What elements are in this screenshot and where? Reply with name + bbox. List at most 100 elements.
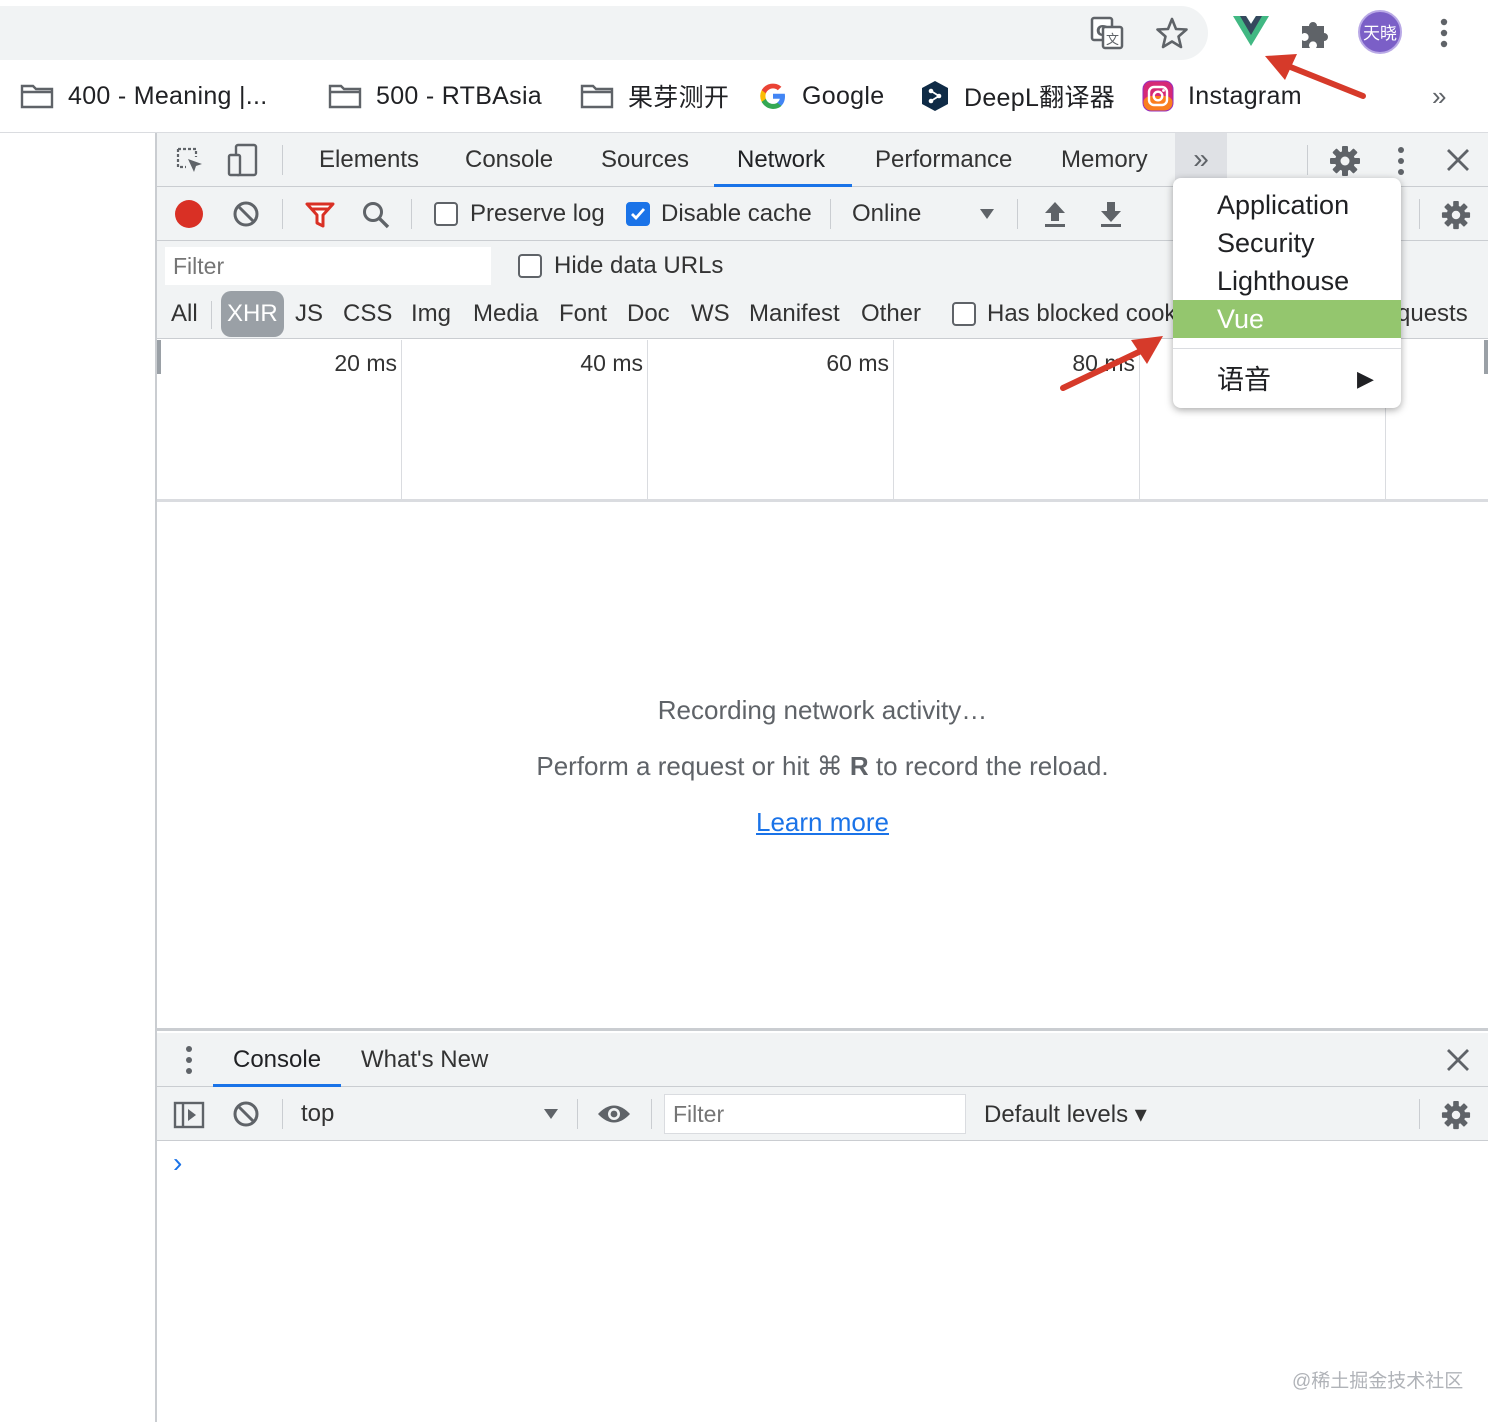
disable-cache-checkbox[interactable] [626, 202, 650, 226]
clear-icon[interactable] [232, 200, 260, 228]
devtools-menu-icon[interactable] [1391, 145, 1411, 177]
address-bar[interactable] [0, 6, 1208, 60]
hide-data-urls-label: Hide data URLs [554, 252, 724, 279]
check-icon [631, 208, 646, 221]
bookmark-label: DeepL翻译器 [964, 84, 1116, 112]
divider [1307, 145, 1308, 175]
recording-status-text: Recording network activity… [657, 695, 988, 725]
svg-text:文: 文 [1106, 33, 1119, 48]
drawer-tab-whats-new[interactable]: What's New [361, 1033, 488, 1087]
console-toolbar: top Default levels ▾ [157, 1087, 1488, 1141]
chevron-down-icon[interactable] [979, 208, 995, 220]
bookmark-deepl[interactable]: DeepL翻译器 [920, 78, 1115, 114]
close-icon[interactable] [1445, 147, 1471, 173]
bookmarks-overflow-button[interactable]: » [1432, 78, 1447, 114]
type-filter-doc[interactable]: Doc [627, 291, 670, 337]
eye-icon[interactable] [597, 1103, 631, 1125]
device-toolbar-icon[interactable] [227, 143, 259, 177]
folder-icon [20, 83, 54, 109]
import-har-icon[interactable] [1043, 200, 1067, 228]
type-filter-media[interactable]: Media [473, 291, 538, 337]
reload-hint-text: Perform a request or hit ⌘ R to record t… [157, 751, 1488, 782]
type-filter-manifest[interactable]: Manifest [749, 291, 840, 337]
inspect-element-icon[interactable] [175, 146, 205, 176]
console-output[interactable]: › [157, 1141, 1488, 1422]
tab-memory[interactable]: Memory [1061, 133, 1148, 187]
submenu-arrow-icon: ▶ [1357, 366, 1374, 391]
network-filter-input[interactable] [165, 247, 491, 285]
tab-elements[interactable]: Elements [319, 133, 419, 187]
bookmark-google[interactable]: Google [758, 78, 884, 114]
deepl-icon [920, 80, 950, 112]
bookmark-folder-guoya[interactable]: 果芽测开 [580, 78, 729, 114]
star-icon[interactable] [1155, 16, 1189, 50]
bookmark-label: 500 - RTBAsia [376, 81, 543, 110]
overview-left-handle[interactable] [157, 340, 161, 374]
type-filter-xhr[interactable]: XHR [221, 291, 284, 337]
bookmark-folder-400[interactable]: 400 - Meaning |... [20, 78, 268, 114]
menu-item-lighthouse[interactable]: Lighthouse [1173, 262, 1401, 300]
export-har-icon[interactable] [1099, 200, 1123, 228]
console-prompt[interactable]: › [173, 1147, 182, 1179]
drawer-tab-console[interactable]: Console [233, 1033, 321, 1087]
divider [830, 199, 831, 229]
drawer-tabbar: Console What's New [157, 1033, 1488, 1087]
menu-item-application[interactable]: Application [1173, 186, 1401, 224]
drawer-menu-icon[interactable] [181, 1045, 197, 1075]
divider [651, 1099, 652, 1129]
puzzle-icon[interactable] [1298, 16, 1332, 50]
overview-right-handle[interactable] [1484, 340, 1488, 374]
type-filter-all[interactable]: All [171, 291, 198, 337]
watermark: @稀土掘金技术社区 [1292, 1371, 1464, 1392]
throttling-select[interactable]: Online [852, 200, 921, 228]
tab-sources[interactable]: Sources [601, 133, 689, 187]
vue-devtools-icon[interactable] [1232, 14, 1270, 48]
divider [1419, 1099, 1420, 1129]
divider [282, 1099, 283, 1129]
clear-console-icon[interactable] [232, 1100, 260, 1128]
context-select[interactable]: top [301, 1100, 334, 1128]
learn-more-row: Learn more [157, 807, 1488, 838]
avatar[interactable]: 天晓 [1358, 10, 1402, 54]
type-filter-js[interactable]: JS [295, 291, 323, 337]
hint-text: to record the reload. [868, 751, 1109, 781]
settings-gear-icon[interactable] [1329, 145, 1361, 177]
divider [211, 301, 212, 329]
menu-divider [1173, 348, 1401, 349]
timeline-tick: 20 ms [334, 350, 397, 376]
network-settings-gear-icon[interactable] [1441, 200, 1471, 230]
divider [411, 199, 412, 229]
record-button[interactable] [175, 200, 203, 228]
tab-network[interactable]: Network [737, 133, 825, 187]
console-settings-gear-icon[interactable] [1441, 1100, 1471, 1130]
folder-icon [580, 83, 614, 109]
console-filter-input[interactable] [664, 1094, 966, 1134]
type-filter-css[interactable]: CSS [343, 291, 392, 337]
tab-console[interactable]: Console [465, 133, 553, 187]
tab-performance[interactable]: Performance [875, 133, 1012, 187]
log-levels-select[interactable]: Default levels ▾ [984, 1100, 1147, 1129]
type-filter-ws[interactable]: WS [691, 291, 730, 337]
sidebar-toggle-icon[interactable] [173, 1101, 205, 1129]
menu-item-vue[interactable]: Vue [1173, 300, 1401, 338]
divider [577, 1099, 578, 1129]
type-filter-img[interactable]: Img [411, 291, 451, 337]
chevron-down-icon[interactable] [543, 1108, 559, 1120]
close-drawer-icon[interactable] [1445, 1047, 1471, 1073]
instagram-icon [1142, 80, 1174, 112]
search-icon[interactable] [361, 200, 391, 230]
type-filter-other[interactable]: Other [861, 291, 921, 337]
preserve-log-checkbox[interactable] [434, 202, 458, 226]
bookmark-folder-500[interactable]: 500 - RTBAsia [328, 78, 542, 114]
blocked-cookies-checkbox[interactable] [952, 302, 976, 326]
learn-more-link[interactable]: Learn more [756, 807, 889, 837]
hide-data-urls-checkbox[interactable] [518, 254, 542, 278]
translate-icon[interactable]: G 文 [1090, 16, 1124, 50]
more-vert-icon[interactable] [1432, 16, 1456, 50]
type-filter-font[interactable]: Font [559, 291, 607, 337]
annotation-arrow-icon [1060, 336, 1163, 391]
menu-item-security[interactable]: Security [1173, 224, 1401, 262]
divider [282, 199, 283, 229]
gridline [647, 340, 648, 500]
filter-icon[interactable] [305, 201, 335, 229]
